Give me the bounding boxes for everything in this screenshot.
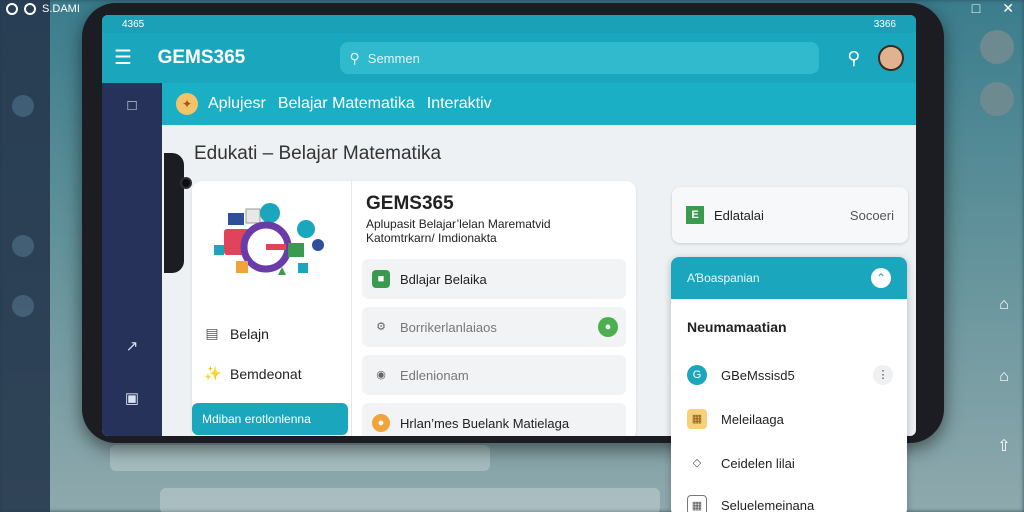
page-title: Edukati – Belajar Matematika xyxy=(194,143,442,164)
info-card[interactable]: E Edlatalai Socoeri xyxy=(672,187,908,243)
search-icon: ⚲ xyxy=(349,49,360,66)
search-bar[interactable]: ⚲ Semmen xyxy=(339,42,820,74)
left-menu-item[interactable]: ▤ Belajn xyxy=(204,325,269,342)
search-placeholder: Semmen xyxy=(367,50,420,66)
avatar[interactable] xyxy=(878,45,904,71)
background-avatar xyxy=(980,30,1014,64)
puzzle-icon: ✨ xyxy=(204,365,222,381)
background-avatar xyxy=(980,82,1014,116)
layers-icon: ◇ xyxy=(692,457,702,469)
chevron-icon[interactable]: ⌃ xyxy=(871,268,891,288)
app-logo-illustration xyxy=(214,203,324,275)
dropdown-header: AƁoaspanian ⌃ xyxy=(671,257,907,299)
subbar-item[interactable]: Belajar Matematika xyxy=(278,95,415,113)
background-row xyxy=(160,488,660,512)
app-bar: ☰ GEMS365 ⚲ Semmen ⚲ xyxy=(102,33,916,83)
card-subtitle: Aplupasit Belajar’lelan Marematvid Katom… xyxy=(366,217,551,245)
card-title: GEMS365 xyxy=(366,193,454,214)
left-menu-item[interactable]: ✨ Bemdeonat xyxy=(204,365,302,382)
folder-icon[interactable]: ▣ xyxy=(122,389,142,407)
list-icon: ▤ xyxy=(205,325,219,341)
app-icon: G xyxy=(687,365,707,385)
phone-status-bar: 4365 3366 xyxy=(102,15,916,33)
list-item[interactable]: ⚙ Borrikerlanlaiaos ● xyxy=(362,307,626,347)
home-icon[interactable]: ⌂ xyxy=(994,368,1014,386)
compass-icon: ✦ xyxy=(176,93,198,115)
lightbulb-icon: ● xyxy=(372,414,390,432)
more-icon[interactable]: ⋮ xyxy=(873,365,893,385)
close-icon[interactable]: ✕ xyxy=(1002,0,1014,17)
list-item[interactable]: ■ Bdlajar Belaika xyxy=(362,259,626,299)
book-icon: ■ xyxy=(372,270,390,288)
badge-icon: ● xyxy=(598,317,618,337)
background-sidebar xyxy=(0,0,50,512)
share-icon[interactable]: ⇧ xyxy=(994,438,1014,456)
card-left-panel: ▤ Belajn ✨ Bemdeonat Mdiban erotlonlenna xyxy=(192,181,352,436)
home-icon[interactable]: ⌂ xyxy=(994,296,1014,314)
subbar-item[interactable]: Aplujesr xyxy=(208,95,266,113)
dropdown-panel: AƁoaspanian ⌃ Neumamaatian G GBeMssisd5 … xyxy=(671,257,907,512)
camera-icon xyxy=(180,177,192,189)
info-card-label: Edlatalai xyxy=(714,207,764,223)
window-controls: □ ✕ xyxy=(972,0,1014,17)
info-card-value: Socoeri xyxy=(849,207,894,223)
sub-header: ✦ Aplujesr Belajar Matematika Interaktiv xyxy=(162,83,916,125)
image-icon: ▦ xyxy=(687,495,707,512)
background-row xyxy=(110,445,490,471)
dropdown-item[interactable]: ◇ Ceidelen lilai xyxy=(687,453,893,473)
left-action-button[interactable]: Mdiban erotlonlenna xyxy=(192,403,348,435)
book-icon: ▦ xyxy=(687,409,707,429)
phone-notch xyxy=(164,153,184,273)
status-time: 4365 xyxy=(122,18,145,30)
nav-rail: □ ↗ ▣ xyxy=(102,83,162,436)
education-icon: E xyxy=(686,206,704,224)
dropdown-item[interactable]: ▦ Meleilaaga xyxy=(687,409,893,429)
main-card: ▤ Belajn ✨ Bemdeonat Mdiban erotlonlenna… xyxy=(192,181,636,436)
app-title: GEMS365 xyxy=(157,47,246,68)
search-icon[interactable]: ⚲ xyxy=(847,48,860,69)
status-circle-icon xyxy=(6,3,18,15)
basket-icon: ◉ xyxy=(376,369,386,381)
outer-status-text: S.DAMI xyxy=(42,3,80,15)
list-item[interactable]: ◉ Edlenionam xyxy=(362,355,626,395)
status-battery: 3366 xyxy=(873,18,896,30)
dropdown-item[interactable]: ▦ Seluelemeinana xyxy=(687,495,893,512)
status-circle-icon xyxy=(24,3,36,15)
subbar-item[interactable]: Interaktiv xyxy=(427,95,492,113)
menu-icon[interactable]: ☰ xyxy=(114,48,134,68)
minimize-icon[interactable]: □ xyxy=(972,0,980,17)
share-icon[interactable]: ↗ xyxy=(122,337,142,355)
book-icon[interactable]: □ xyxy=(122,97,142,115)
list-item[interactable]: ● Hrlan’mes Buelank Matielaga xyxy=(362,403,626,436)
dropdown-item[interactable]: G GBeMssisd5 ⋮ xyxy=(687,365,893,385)
dropdown-title: Neumamaatian xyxy=(687,319,787,335)
settings-icon: ⚙ xyxy=(376,321,386,333)
